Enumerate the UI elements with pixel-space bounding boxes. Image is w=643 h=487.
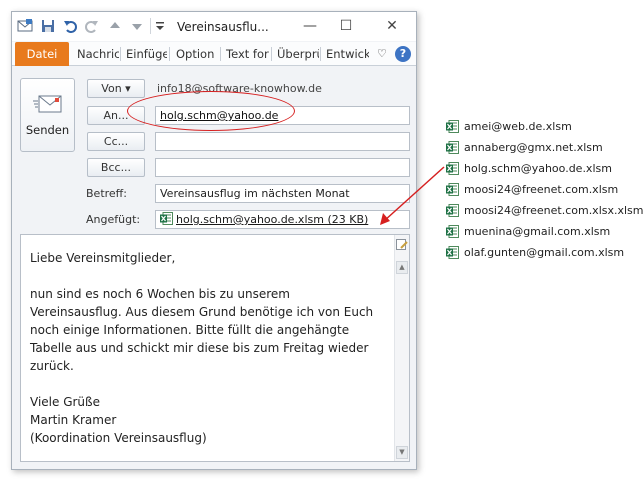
file-name: amei@web.de.xlsm <box>464 120 572 133</box>
arrow-up-icon[interactable] <box>108 18 122 34</box>
send-mail-icon <box>33 95 62 113</box>
close-button[interactable]: ✕ <box>377 16 407 36</box>
body-closing: Viele Grüße <box>30 395 100 409</box>
list-item[interactable]: olaf.gunten@gmail.com.xlsm <box>446 245 643 266</box>
excel-file-icon <box>446 162 459 175</box>
arrow-down-icon[interactable] <box>130 18 144 34</box>
tab-review[interactable]: Überprü <box>273 42 319 66</box>
tab-divider <box>120 47 121 61</box>
tab-format-text[interactable]: Text for <box>222 42 270 66</box>
bcc-button[interactable]: Bcc... <box>87 158 145 177</box>
body-text: Liebe Vereinsmitglieder, nun sind es noc… <box>30 249 385 447</box>
redo-icon[interactable] <box>84 18 100 34</box>
subject-label: Betreff: <box>86 187 127 200</box>
outlook-message-window: Vereinsausflu... — ☐ ✕ Datei Nachric Ein… <box>11 11 417 470</box>
list-item[interactable]: muenina@gmail.com.xlsm <box>446 224 643 245</box>
body-line: Vereinsausflug. Aus diesem Grund benötig… <box>30 305 374 319</box>
file-name: holg.schm@yahoo.de.xlsm <box>464 162 612 175</box>
cc-button[interactable]: Cc... <box>87 132 145 151</box>
body-signature-role: (Koordination Vereinsausflug) <box>30 431 207 445</box>
file-name: moosi24@freenet.com.xlsx.xlsm <box>464 204 643 217</box>
minimize-button[interactable]: — <box>295 16 325 36</box>
tab-divider <box>220 47 221 61</box>
excel-file-icon <box>446 204 459 217</box>
list-item[interactable]: amei@web.de.xlsm <box>446 119 643 140</box>
list-item[interactable]: moosi24@freenet.com.xlsm <box>446 182 643 203</box>
list-item[interactable]: annaberg@gmx.net.xlsm <box>446 140 643 161</box>
from-button[interactable]: Von ▾ <box>87 79 145 98</box>
attached-label: Angefügt: <box>86 213 141 226</box>
title-bar: Vereinsausflu... — ☐ ✕ <box>12 12 416 41</box>
window-title: Vereinsausflu... <box>177 20 269 34</box>
list-item[interactable]: holg.schm@yahoo.de.xlsm <box>446 161 643 182</box>
tab-options[interactable]: Option <box>172 42 219 66</box>
qat-divider <box>150 18 151 34</box>
outlook-app-icon[interactable] <box>16 18 34 34</box>
vertical-scrollbar[interactable]: ▲ ▼ <box>394 235 409 461</box>
highlight-ellipse <box>127 91 295 131</box>
body-line: Tabelle aus und schickt mir diese bis zu… <box>30 341 369 355</box>
list-item[interactable]: moosi24@freenet.com.xlsx.xlsm <box>446 203 643 224</box>
tab-file[interactable]: Datei <box>15 42 69 66</box>
excel-file-icon <box>446 120 459 133</box>
excel-file-icon <box>446 246 459 259</box>
excel-file-list: amei@web.de.xlsm annaberg@gmx.net.xlsm h… <box>446 119 643 266</box>
file-name: olaf.gunten@gmail.com.xlsm <box>464 246 625 259</box>
callout-arrow <box>380 166 445 225</box>
cc-field[interactable] <box>155 132 410 151</box>
file-name: muenina@gmail.com.xlsm <box>464 225 611 238</box>
body-line: zurück. <box>30 359 74 373</box>
editor-icon[interactable] <box>396 239 408 251</box>
minimize-ribbon-button[interactable]: ♡ <box>373 42 387 66</box>
scroll-up-button[interactable]: ▲ <box>396 261 408 274</box>
maximize-button[interactable]: ☐ <box>331 16 361 36</box>
send-button[interactable]: Senden <box>20 78 75 152</box>
ribbon-tab-bar: Datei Nachric Einfüge Option Text for Üb… <box>12 42 416 66</box>
excel-file-icon <box>446 225 459 238</box>
excel-file-icon <box>446 141 459 154</box>
excel-file-icon <box>446 183 459 196</box>
tab-divider <box>271 47 272 61</box>
tab-developer[interactable]: Entwick <box>322 42 369 66</box>
scroll-down-button[interactable]: ▼ <box>396 446 408 459</box>
tab-insert[interactable]: Einfüge <box>122 42 167 66</box>
file-name: annaberg@gmx.net.xlsm <box>464 141 603 154</box>
excel-file-icon <box>160 212 173 225</box>
file-name: moosi24@freenet.com.xlsm <box>464 183 619 196</box>
tab-divider <box>320 47 321 61</box>
undo-icon[interactable] <box>62 18 78 34</box>
attachment-link[interactable]: holg.schm@yahoo.de.xlsm (23 KB) <box>176 213 368 226</box>
send-label: Senden <box>25 123 70 137</box>
message-body[interactable]: Liebe Vereinsmitglieder, nun sind es noc… <box>20 234 410 462</box>
tab-message[interactable]: Nachric <box>73 42 119 66</box>
body-line: noch einige Informationen. Bitte füllt d… <box>30 323 350 337</box>
customize-icon[interactable] <box>154 18 166 34</box>
save-icon[interactable] <box>40 18 56 34</box>
body-signature-name: Martin Kramer <box>30 413 117 427</box>
body-greeting: Liebe Vereinsmitglieder, <box>30 251 176 265</box>
body-line: nun sind es noch 6 Wochen bis zu unserem <box>30 287 290 301</box>
help-button[interactable]: ? <box>395 46 411 62</box>
tab-divider <box>169 47 170 61</box>
